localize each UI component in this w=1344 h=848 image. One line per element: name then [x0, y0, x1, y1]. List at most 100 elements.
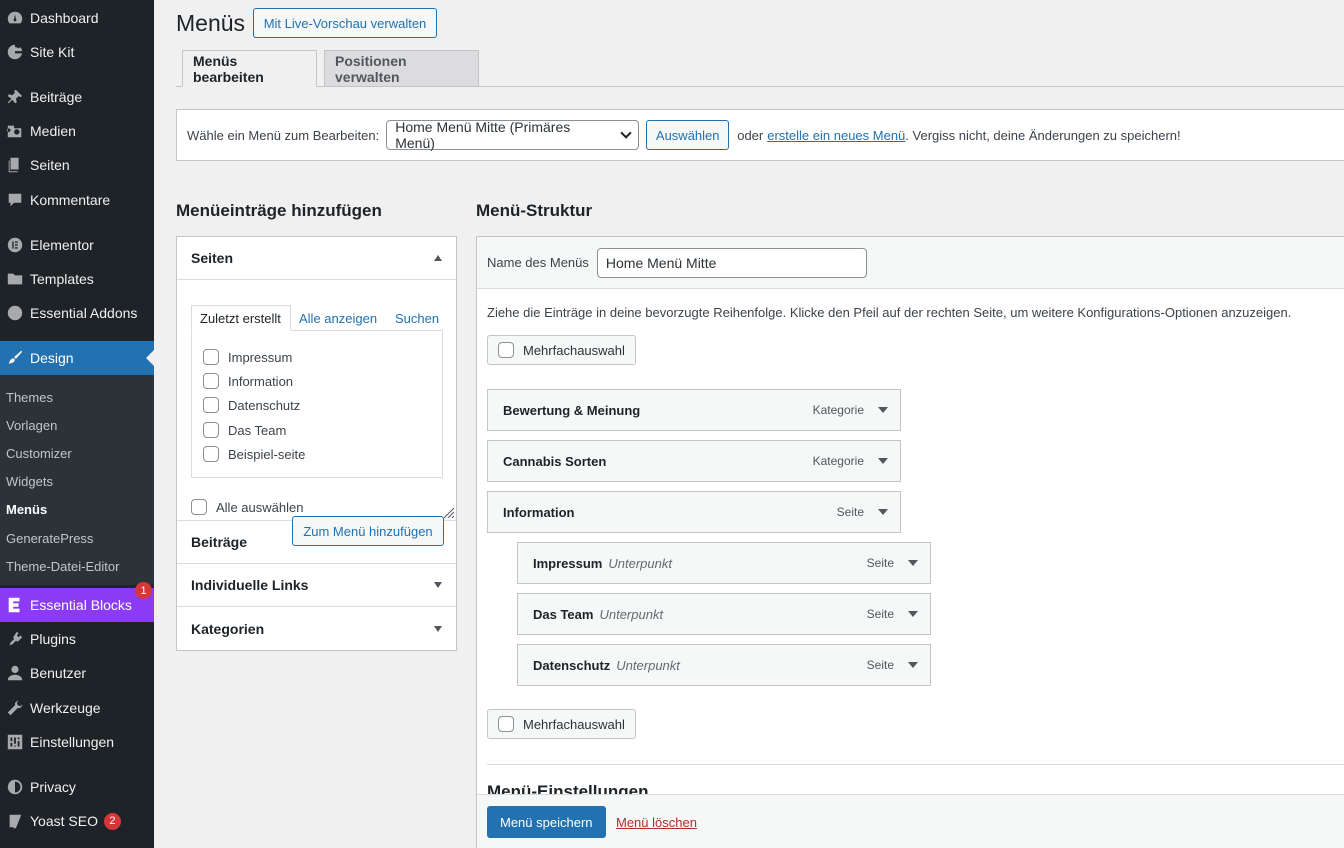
checkbox[interactable] — [203, 397, 219, 413]
page-label: Datenschutz — [228, 397, 301, 413]
bulk-select-bottom[interactable]: Mehrfachauswahl — [487, 709, 636, 739]
sidebar-item-site-kit[interactable]: Site Kit — [0, 35, 154, 69]
menu-name-label: Name des Menüs — [487, 255, 589, 270]
sidebar-item-plugins[interactable]: Plugins — [0, 622, 154, 656]
add-to-menu-button[interactable]: Zum Menü hinzufügen — [292, 516, 444, 546]
menu-item[interactable]: Bewertung & Meinung Kategorie — [487, 389, 901, 431]
page-label: Information — [228, 373, 294, 389]
submenu-generatepress[interactable]: GeneratePress — [6, 531, 93, 546]
menu-select[interactable]: Home Menü Mitte (Primäres Menü) — [386, 119, 640, 151]
text-or: oder — [737, 127, 764, 143]
sidebar-item-design[interactable]: Design — [0, 341, 154, 375]
checkbox[interactable] — [203, 349, 219, 365]
checkbox[interactable] — [203, 446, 219, 462]
expand-arrow-icon[interactable] — [878, 509, 888, 515]
resize-handle-icon[interactable] — [444, 508, 454, 518]
page-label: Beispiel-seite — [228, 446, 306, 462]
tab-suchen[interactable]: Suchen — [395, 305, 439, 331]
tab-menues-bearbeiten[interactable]: Menüs bearbeiten — [182, 50, 317, 87]
sidebar-item-werkzeuge[interactable]: Werkzeuge — [0, 691, 154, 725]
menu-item-type: Kategorie — [812, 454, 864, 468]
section-title: Beiträge — [191, 534, 248, 550]
submenu-theme-editor[interactable]: Theme-Datei-Editor — [6, 559, 119, 574]
checkbox — [498, 342, 514, 358]
page-label: Impressum — [228, 349, 293, 365]
notification-badge: 1 — [135, 582, 152, 599]
sidebar-item-yoast-seo[interactable]: Yoast SEO 2 — [0, 804, 154, 838]
menu-item-sub[interactable]: Datenschutz Unterpunkt Seite — [517, 644, 931, 686]
expand-arrow-icon[interactable] — [878, 458, 888, 464]
nav-tabs: Menüs bearbeiten Positionen verwalten — [176, 50, 1344, 87]
sidebar-item-medien[interactable]: Medien — [0, 114, 154, 148]
submenu-vorlagen[interactable]: Vorlagen — [6, 418, 57, 433]
list-item: Datenschutz — [203, 397, 300, 413]
tab-alle-anzeigen[interactable]: Alle anzeigen — [299, 305, 377, 331]
menu-item-sub[interactable]: Impressum Unterpunkt Seite — [517, 542, 931, 584]
eb-icon — [0, 596, 30, 614]
admin-sidebar: Dashboard Site Kit Beiträge Medien Seite… — [0, 0, 154, 848]
select-all-label: Alle auswählen — [216, 499, 304, 515]
sidebar-item-dashboard[interactable]: Dashboard — [0, 1, 154, 35]
menu-item-title: Information — [503, 504, 575, 520]
select-all-checkbox[interactable] — [191, 499, 207, 515]
sidebar-label: Essential Addons — [30, 305, 138, 321]
reminder-text: . Vergiss nicht, deine Änderungen zu spe… — [905, 127, 1181, 143]
create-menu-link[interactable]: erstelle ein neues Menü — [767, 128, 905, 143]
expand-arrow-icon[interactable] — [878, 407, 888, 413]
checkbox[interactable] — [203, 422, 219, 438]
media-icon — [0, 122, 30, 140]
add-items-heading: Menüeinträge hinzufügen — [176, 201, 382, 220]
sidebar-label: Einstellungen — [30, 734, 115, 750]
menu-item-sub[interactable]: Das Team Unterpunkt Seite — [517, 593, 931, 635]
sidebar-label: Elementor — [30, 237, 94, 253]
section-seiten-body: Zuletzt erstellt Alle anzeigen Suchen Im… — [177, 280, 456, 546]
menu-item-title: Das Team — [533, 606, 594, 622]
sidebar-label: Benutzer — [30, 665, 87, 681]
select-button[interactable]: Auswählen — [646, 120, 730, 150]
arrow-down-icon — [434, 625, 442, 632]
sidebar-item-essential-blocks[interactable]: Essential Blocks 1 — [0, 582, 154, 622]
menu-item[interactable]: Cannabis Sorten Kategorie — [487, 440, 901, 482]
sidebar-item-elementor[interactable]: Elementor — [0, 228, 154, 262]
sidebar-label: Beiträge — [30, 89, 83, 105]
menu-name-input[interactable]: Home Menü Mitte — [596, 247, 867, 278]
plugin-icon — [0, 630, 30, 648]
section-title: Kategorien — [191, 620, 265, 637]
expand-arrow-icon[interactable] — [908, 560, 918, 566]
expand-arrow-icon[interactable] — [908, 611, 918, 617]
section-seiten[interactable]: Seiten — [177, 237, 456, 280]
sidebar-item-seiten[interactable]: Seiten — [0, 148, 154, 182]
bulk-select-label: Mehrfachauswahl — [523, 716, 625, 732]
submenu-widgets[interactable]: Widgets — [6, 474, 53, 489]
menu-item-type: Seite — [866, 556, 894, 570]
submenu-themes[interactable]: Themes — [6, 390, 53, 405]
sidebar-item-benutzer[interactable]: Benutzer — [0, 656, 154, 690]
menu-select-value: Home Menü Mitte (Primäres Menü) — [395, 119, 571, 151]
design-submenu: Themes Vorlagen Customizer Widgets Menüs… — [0, 375, 154, 585]
tab-zuletzt-erstellt[interactable]: Zuletzt erstellt — [191, 305, 291, 331]
sidebar-item-privacy[interactable]: Privacy — [0, 770, 154, 804]
menu-item[interactable]: Information Seite — [487, 491, 901, 533]
sitekit-g-icon — [0, 43, 30, 61]
checkbox[interactable] — [203, 373, 219, 389]
sidebar-item-kommentare[interactable]: Kommentare — [0, 183, 154, 217]
sidebar-item-templates[interactable]: Templates — [0, 262, 154, 296]
submenu-customizer[interactable]: Customizer — [6, 446, 72, 461]
bulk-select-top[interactable]: Mehrfachauswahl — [487, 335, 636, 365]
menu-settings-heading: Menü-Einstellungen — [487, 782, 649, 794]
submenu-menues[interactable]: Menüs — [6, 502, 47, 517]
expand-arrow-icon[interactable] — [908, 662, 918, 668]
sidebar-item-essential-addons[interactable]: Essential Addons — [0, 296, 154, 330]
menu-item-title: Cannabis Sorten — [503, 453, 607, 469]
menu-name-value: Home Menü Mitte — [605, 254, 717, 271]
sidebar-item-beitraege[interactable]: Beiträge — [0, 80, 154, 114]
section-individuelle-links[interactable]: Individuelle Links — [177, 564, 456, 607]
save-menu-button[interactable]: Menü speichern — [487, 806, 606, 838]
delete-menu-link[interactable]: Menü löschen — [616, 815, 697, 830]
sidebar-item-einstellungen[interactable]: Einstellungen — [0, 725, 154, 759]
live-preview-button[interactable]: Mit Live-Vorschau verwalten — [253, 8, 437, 38]
ea-icon — [0, 304, 30, 322]
checkbox — [498, 716, 514, 732]
tab-positionen-verwalten[interactable]: Positionen verwalten — [324, 50, 479, 87]
section-kategorien[interactable]: Kategorien — [177, 607, 456, 650]
